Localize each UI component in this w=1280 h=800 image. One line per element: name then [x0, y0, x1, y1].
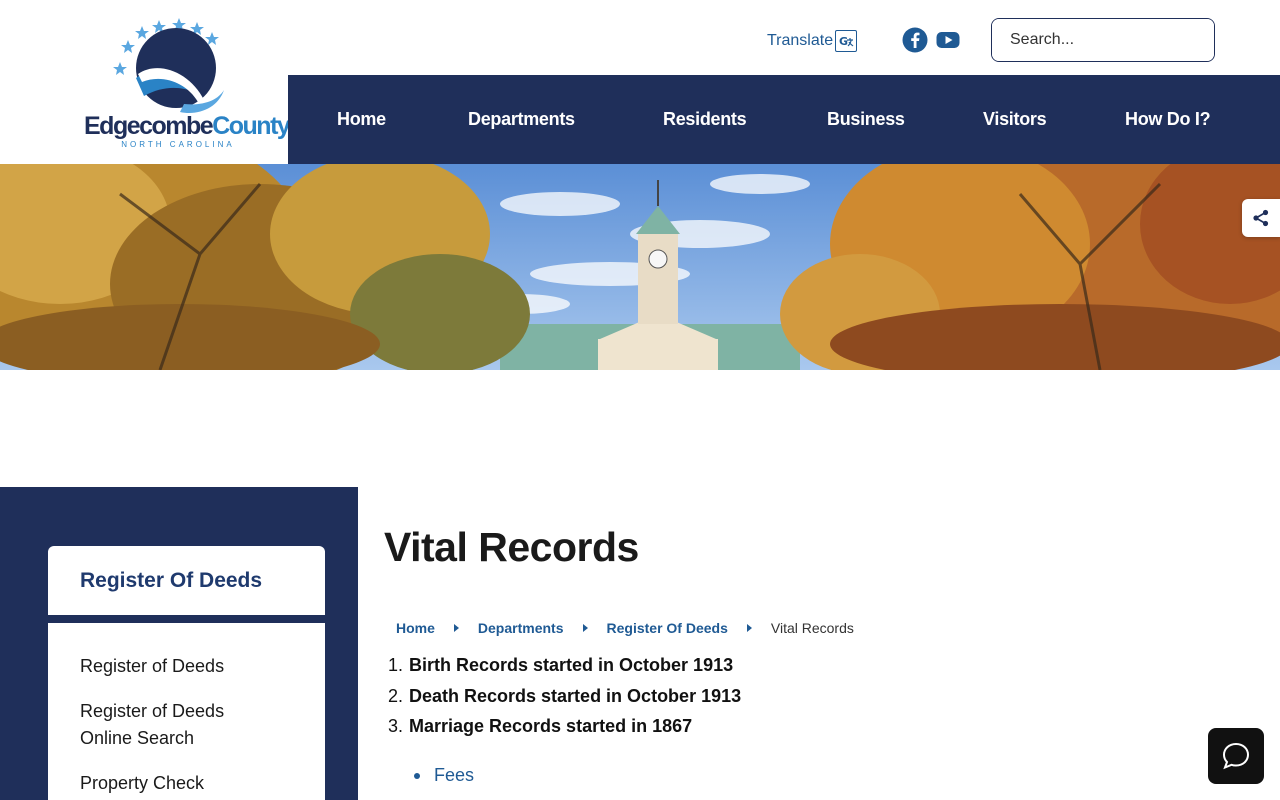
- sidebar-title: Register Of Deeds: [80, 568, 263, 592]
- main-nav: Home Departments Residents Business Visi…: [288, 75, 1280, 164]
- search-input[interactable]: [992, 19, 1214, 61]
- chat-button[interactable]: [1208, 728, 1264, 784]
- logo-wordmark: EdgecombeCounty: [84, 112, 291, 140]
- youtube-icon[interactable]: [935, 27, 961, 53]
- nav-item-visitors[interactable]: Visitors: [983, 75, 1047, 164]
- translate-button[interactable]: Translate G: [767, 30, 858, 52]
- records-list: 1. Birth Records started in October 1913 …: [388, 650, 741, 742]
- nav-item-departments[interactable]: Departments: [468, 75, 575, 164]
- breadcrumb-arrow-icon: [453, 624, 459, 632]
- breadcrumb-home[interactable]: Home: [396, 620, 435, 636]
- county-logo[interactable]: EdgecombeCounty NORTH CAROLINA: [84, 16, 291, 152]
- sidebar-title-link[interactable]: Register Of Deeds: [48, 546, 325, 615]
- sidebar-links: Register of Deeds Register of Deeds Onli…: [48, 623, 325, 800]
- fees-link[interactable]: Fees: [434, 762, 474, 789]
- search-box: [991, 18, 1215, 62]
- nav-item-business[interactable]: Business: [827, 75, 905, 164]
- breadcrumb-current: Vital Records: [770, 620, 854, 636]
- list-item: 1. Birth Records started in October 1913: [388, 655, 734, 675]
- nav-item-residents[interactable]: Residents: [663, 75, 747, 164]
- chat-icon: [1222, 742, 1250, 770]
- breadcrumb: Home Departments Register Of Deeds Vital…: [396, 620, 854, 636]
- nav-item-home[interactable]: Home: [337, 75, 386, 164]
- related-links: Fees: [414, 762, 474, 789]
- list-item: 2. Death Records started in October 1913: [388, 685, 742, 706]
- translate-label: Translate: [767, 32, 834, 49]
- list-item: Fees: [414, 762, 474, 789]
- facebook-icon[interactable]: [902, 27, 928, 53]
- translate-icon: G: [835, 30, 858, 52]
- breadcrumb-register-of-deeds[interactable]: Register Of Deeds: [607, 620, 728, 636]
- sidebar-item-property-check[interactable]: Property Check: [80, 770, 325, 797]
- bullet-icon: [414, 772, 420, 779]
- page-title: Vital Records: [384, 524, 639, 570]
- hero-image: [0, 164, 1280, 370]
- share-button[interactable]: [1242, 199, 1280, 237]
- svg-text:G: G: [839, 35, 848, 48]
- share-icon: [1253, 209, 1269, 227]
- sidebar-item-online-search[interactable]: Register of Deeds Online Search: [80, 698, 260, 752]
- breadcrumb-departments[interactable]: Departments: [478, 620, 564, 636]
- nav-item-how-do-i[interactable]: How Do I?: [1125, 75, 1211, 164]
- sidebar-item-register-of-deeds[interactable]: Register of Deeds: [80, 653, 325, 680]
- sidebar: Register Of Deeds Register of Deeds Regi…: [0, 487, 358, 800]
- list-item: 3. Marriage Records started in 1867: [388, 716, 693, 736]
- breadcrumb-arrow-icon: [582, 624, 588, 632]
- logo-emblem-icon: [113, 18, 224, 114]
- logo-subtitle: NORTH CAROLINA: [121, 140, 235, 149]
- site-header: EdgecombeCounty NORTH CAROLINA Translate…: [0, 0, 1280, 164]
- breadcrumb-arrow-icon: [746, 624, 752, 632]
